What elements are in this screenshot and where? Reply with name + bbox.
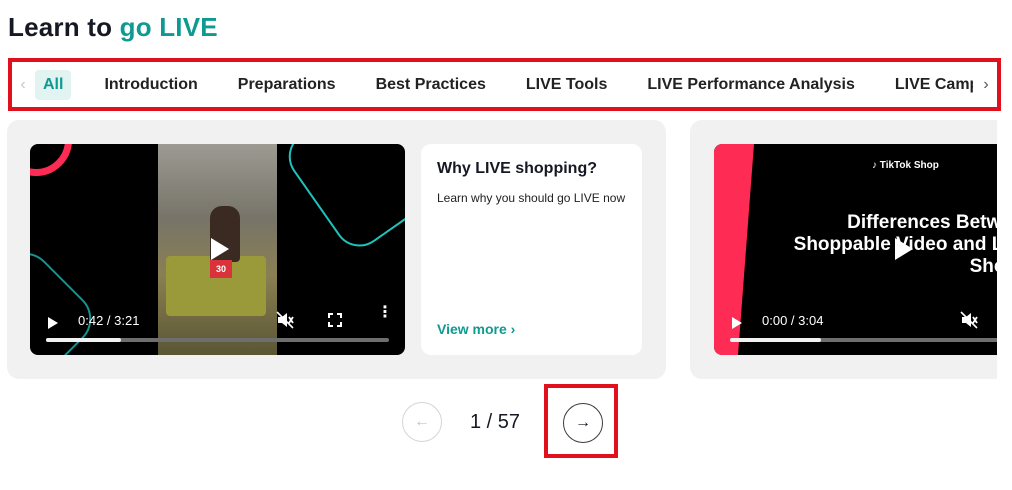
- course-description: Learn why you should go LIVE now: [437, 191, 626, 205]
- big-play-icon[interactable]: [895, 238, 913, 260]
- tab-live-performance-analysis[interactable]: LIVE Performance Analysis: [638, 70, 864, 100]
- course-title: Why LIVE shopping?: [437, 160, 597, 177]
- video-player[interactable]: 30 0:42 / 3:21 ⋮: [30, 144, 405, 355]
- arrow-left-icon: ←: [414, 413, 430, 430]
- tabs-scroll-right-icon[interactable]: ›: [975, 62, 997, 107]
- video-time: 0:42 / 3:21: [78, 313, 140, 328]
- tab-live-campaigns[interactable]: LIVE Campai: [886, 70, 973, 100]
- page-counter: 1 / 57: [470, 411, 521, 433]
- more-options-icon[interactable]: ⋮: [377, 305, 393, 321]
- tabs-scroll-left-icon[interactable]: ‹: [12, 62, 34, 107]
- carousel-pager: ← 1 / 57: [0, 402, 1012, 446]
- video-progress-fill: [46, 338, 122, 342]
- course-card: 30 0:42 / 3:21 ⋮ Why LIVE shopping? Lear…: [7, 120, 666, 379]
- tab-best-practices[interactable]: Best Practices: [367, 70, 495, 100]
- next-page-button[interactable]: →: [563, 403, 603, 443]
- mute-icon[interactable]: [960, 311, 978, 329]
- arrow-right-icon: →: [575, 414, 591, 431]
- tiktok-shop-watermark: ♪ TikTok Shop: [872, 160, 939, 171]
- thumbnail-price-tag: 30: [210, 260, 232, 278]
- teal-shape-decoration: [278, 144, 405, 257]
- play-icon[interactable]: [732, 317, 742, 329]
- video-slide-title: Differences Between Shoppable Video and …: [793, 212, 997, 277]
- view-more-link[interactable]: View more ›: [437, 321, 515, 337]
- prev-page-button[interactable]: ←: [402, 402, 442, 442]
- tab-live-tools[interactable]: LIVE Tools: [517, 70, 616, 100]
- page-title: Learn to go LIVE: [8, 12, 218, 43]
- play-icon[interactable]: [48, 317, 58, 329]
- tab-introduction[interactable]: Introduction: [95, 70, 206, 100]
- category-tabs-highlight: ‹ All Introduction Preparations Best Pra…: [8, 58, 1001, 111]
- tab-list: All Introduction Preparations Best Pract…: [35, 62, 973, 107]
- page-title-accent: go LIVE: [119, 12, 218, 42]
- video-controls: 0:42 / 3:21 ⋮: [30, 299, 405, 355]
- fullscreen-icon[interactable]: [328, 313, 342, 327]
- course-info-panel: Why LIVE shopping? Learn why you should …: [421, 144, 642, 355]
- course-card: ♪ TikTok Shop Differences Between Shoppa…: [690, 120, 997, 379]
- video-player[interactable]: ♪ TikTok Shop Differences Between Shoppa…: [714, 144, 997, 355]
- category-tabs: ‹ All Introduction Preparations Best Pra…: [12, 62, 997, 107]
- video-time: 0:00 / 3:04: [762, 313, 824, 328]
- video-controls: 0:00 / 3:04: [714, 299, 997, 355]
- video-progress-bar[interactable]: [46, 338, 389, 342]
- next-button-highlight: →: [544, 384, 618, 458]
- video-progress-bar[interactable]: [730, 338, 997, 342]
- pink-ring-decoration: [30, 144, 72, 176]
- big-play-icon[interactable]: [211, 238, 229, 260]
- tab-all[interactable]: All: [35, 69, 72, 100]
- course-carousel: 30 0:42 / 3:21 ⋮ Why LIVE shopping? Lear…: [0, 120, 997, 380]
- page-title-prefix: Learn to: [8, 12, 113, 42]
- tab-preparations[interactable]: Preparations: [229, 70, 345, 100]
- video-progress-fill: [730, 338, 821, 342]
- mute-icon[interactable]: [276, 311, 294, 329]
